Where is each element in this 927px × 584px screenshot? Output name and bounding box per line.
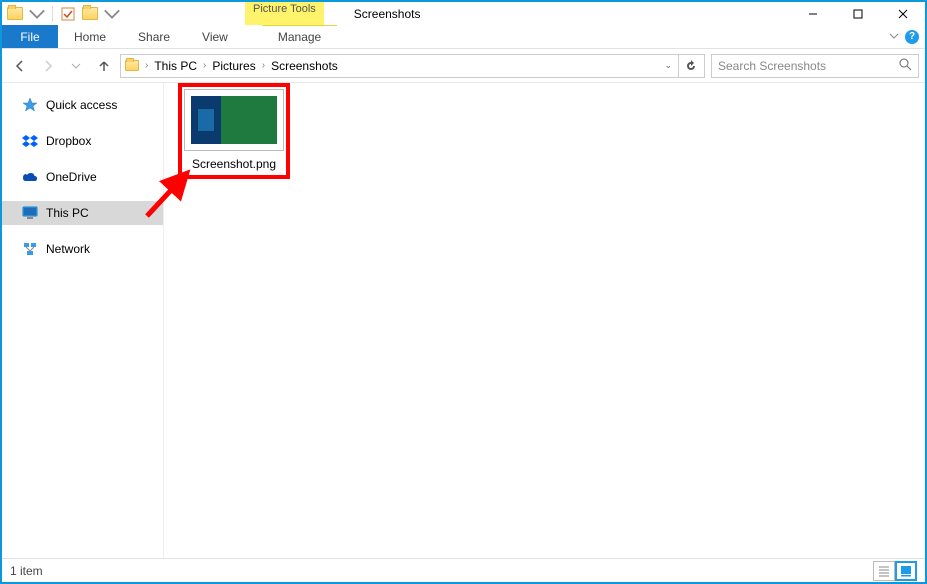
search-icon[interactable]: [899, 58, 912, 74]
window-controls: [790, 2, 925, 25]
navigation-pane: Quick access Dropbox OneDrive This PC Ne…: [2, 83, 164, 558]
sidebar-item-onedrive[interactable]: OneDrive: [2, 165, 163, 189]
sidebar-item-quick-access[interactable]: Quick access: [2, 93, 163, 117]
close-button[interactable]: [880, 2, 925, 25]
address-bar[interactable]: › This PC › Pictures › Screenshots ⌄: [120, 54, 705, 78]
sidebar-item-dropbox[interactable]: Dropbox: [2, 129, 163, 153]
details-view-button[interactable]: [873, 561, 895, 581]
file-tab[interactable]: File: [2, 25, 58, 48]
back-button[interactable]: [8, 54, 32, 78]
navigation-bar: › This PC › Pictures › Screenshots ⌄: [2, 49, 925, 83]
search-box[interactable]: [711, 54, 919, 78]
network-icon: [22, 241, 38, 257]
thumbnails-view-button[interactable]: [895, 561, 917, 581]
sidebar-item-label: This PC: [46, 206, 89, 220]
separator: [52, 6, 53, 22]
file-thumbnail: [184, 89, 284, 151]
help-icon[interactable]: ?: [905, 30, 919, 44]
window-title: Screenshots: [354, 7, 421, 21]
sidebar-item-this-pc[interactable]: This PC: [2, 201, 163, 225]
maximize-button[interactable]: [835, 2, 880, 25]
content-area: Quick access Dropbox OneDrive This PC Ne…: [2, 83, 925, 558]
breadcrumb-pictures[interactable]: Pictures: [208, 59, 259, 73]
file-list-area[interactable]: Screenshot.png: [164, 83, 925, 558]
star-icon: [22, 97, 38, 113]
onedrive-icon: [22, 169, 38, 185]
breadcrumb-screenshots[interactable]: Screenshots: [267, 59, 342, 73]
search-input[interactable]: [718, 59, 899, 73]
status-bar: 1 item: [2, 558, 925, 582]
view-toggle-group: [873, 561, 917, 581]
annotation-arrow-icon: [142, 161, 202, 221]
tab-view[interactable]: View: [186, 25, 244, 48]
sidebar-item-label: Network: [46, 242, 90, 256]
title-bar: Picture Tools Screenshots: [2, 2, 925, 25]
qat-customize-icon[interactable]: [103, 5, 121, 23]
up-button[interactable]: [92, 54, 116, 78]
tab-manage[interactable]: Manage: [262, 25, 337, 48]
chevron-right-icon[interactable]: ›: [143, 60, 150, 71]
ribbon-tabs: File Home Share View Manage ?: [2, 25, 925, 49]
contextual-tab-label: Picture Tools: [245, 2, 324, 25]
tab-share[interactable]: Share: [122, 25, 186, 48]
item-count-label: 1 item: [10, 564, 43, 578]
breadcrumb-this-pc[interactable]: This PC: [150, 59, 201, 73]
sidebar-item-label: Quick access: [46, 98, 117, 112]
folder-icon: [123, 58, 141, 74]
minimize-button[interactable]: [790, 2, 835, 25]
quick-access-toolbar: [2, 2, 125, 25]
chevron-right-icon[interactable]: ›: [201, 60, 208, 71]
dropbox-icon: [22, 133, 38, 149]
recent-locations-icon[interactable]: [64, 54, 88, 78]
tab-home[interactable]: Home: [58, 25, 122, 48]
forward-button[interactable]: [36, 54, 60, 78]
sidebar-item-network[interactable]: Network: [2, 237, 163, 261]
new-folder-icon[interactable]: [81, 5, 99, 23]
monitor-icon: [22, 205, 38, 221]
address-dropdown-icon[interactable]: ⌄: [660, 60, 676, 71]
refresh-button[interactable]: [678, 55, 702, 77]
properties-icon[interactable]: [59, 5, 77, 23]
qat-dropdown-icon[interactable]: [28, 5, 46, 23]
sidebar-item-label: OneDrive: [46, 170, 97, 184]
sidebar-item-label: Dropbox: [46, 134, 91, 148]
chevron-right-icon[interactable]: ›: [260, 60, 267, 71]
folder-icon[interactable]: [6, 5, 24, 23]
ribbon-expand-icon[interactable]: [889, 30, 899, 44]
